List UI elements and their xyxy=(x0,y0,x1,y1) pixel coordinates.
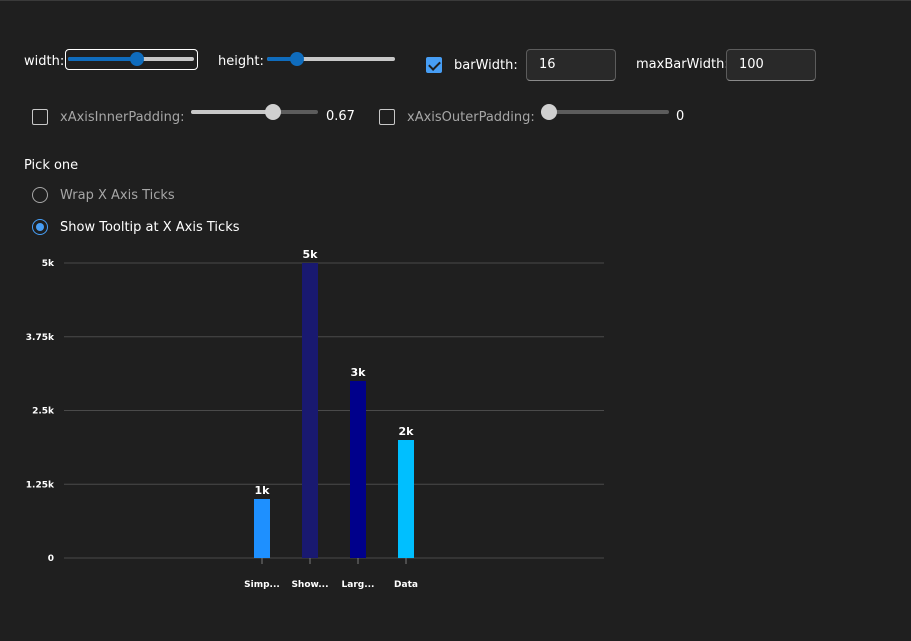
outer-padding-value: 0 xyxy=(676,109,685,124)
x-tick-label[interactable]: Data xyxy=(394,580,418,590)
inner-padding-label: xAxisInnerPadding: xyxy=(60,110,185,125)
wrap-ticks-radio[interactable] xyxy=(32,187,48,203)
inner-padding-checkbox[interactable] xyxy=(32,109,48,125)
width-label: width: xyxy=(24,54,65,69)
outer-padding-checkbox[interactable] xyxy=(379,109,395,125)
x-tick-label[interactable]: Larg... xyxy=(342,580,375,590)
x-tick-label[interactable]: Show... xyxy=(291,580,328,590)
bar[interactable] xyxy=(302,263,318,558)
tooltip-ticks-radio[interactable] xyxy=(32,219,48,235)
width-slider[interactable] xyxy=(68,49,194,69)
height-slider[interactable] xyxy=(267,49,395,69)
maxbarwidth-label: maxBarWidth: xyxy=(636,57,729,72)
tooltip-ticks-label: Show Tooltip at X Axis Ticks xyxy=(60,220,240,235)
bar-chart: 0 1.25k 2.5k 3.75k 5k 1k Simp... 5k Show... 3k Lar… xyxy=(26,248,604,590)
inner-padding-value: 0.67 xyxy=(326,109,355,124)
top-border xyxy=(0,0,911,1)
bar[interactable] xyxy=(254,499,270,558)
width-slider-thumb[interactable] xyxy=(129,52,144,66)
outer-padding-slider-thumb[interactable] xyxy=(541,104,557,120)
bar-data-label: 3k xyxy=(351,366,367,379)
outer-padding-slider[interactable] xyxy=(541,102,669,122)
inner-padding-slider[interactable] xyxy=(191,102,318,122)
inner-padding-slider-thumb[interactable] xyxy=(265,104,282,120)
bar[interactable] xyxy=(398,440,414,558)
height-label: height: xyxy=(218,54,264,69)
y-tick-label: 0 xyxy=(48,554,54,564)
barwidth-input[interactable]: 16 xyxy=(526,49,616,81)
x-tick-label[interactable]: Simp... xyxy=(244,580,280,590)
width-slider-fill xyxy=(68,57,137,61)
maxbarwidth-input[interactable]: 100 xyxy=(726,49,816,81)
inner-padding-slider-fill xyxy=(191,110,274,114)
bar[interactable] xyxy=(350,381,366,558)
outer-padding-slider-track xyxy=(541,110,669,114)
barwidth-label: barWidth: xyxy=(454,58,518,73)
bar-data-label: 1k xyxy=(255,484,271,497)
bar-data-label: 5k xyxy=(303,248,319,261)
wrap-ticks-label: Wrap X Axis Ticks xyxy=(60,188,175,203)
y-tick-label: 2.5k xyxy=(32,407,55,417)
height-slider-thumb[interactable] xyxy=(289,52,304,66)
outer-padding-label: xAxisOuterPadding: xyxy=(407,110,535,125)
pick-one-heading: Pick one xyxy=(24,158,79,173)
y-tick-label: 5k xyxy=(42,259,55,269)
barwidth-checkbox[interactable] xyxy=(426,57,442,73)
y-tick-label: 1.25k xyxy=(26,480,55,490)
bar-data-label: 2k xyxy=(399,425,415,438)
y-tick-label: 3.75k xyxy=(26,333,55,343)
